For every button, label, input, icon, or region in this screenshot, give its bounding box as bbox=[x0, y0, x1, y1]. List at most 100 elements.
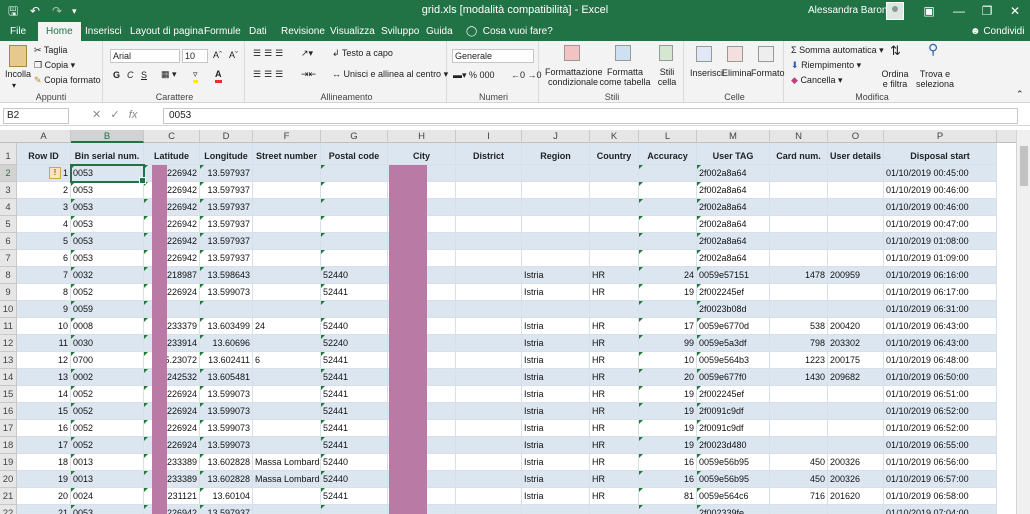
cell-k4[interactable] bbox=[590, 199, 639, 216]
cell-m13[interactable]: 0059e564b3 bbox=[697, 352, 770, 369]
cell-g11[interactable]: 52440 bbox=[321, 318, 388, 335]
cell-d5[interactable]: 13.597937 bbox=[200, 216, 253, 233]
autosum-button[interactable]: Σ Somma automatica ▾ bbox=[791, 45, 884, 56]
tab-file[interactable]: File bbox=[10, 22, 26, 41]
cell-b22[interactable]: 0053 bbox=[71, 505, 144, 514]
cell-f11[interactable]: 24 bbox=[253, 318, 321, 335]
cell-n5[interactable] bbox=[770, 216, 828, 233]
cell-j6[interactable] bbox=[522, 233, 590, 250]
tab-developer[interactable]: Sviluppo bbox=[381, 22, 419, 41]
cell-l6[interactable] bbox=[639, 233, 697, 250]
cell-i2[interactable] bbox=[456, 165, 522, 182]
cell-b7[interactable]: 0053 bbox=[71, 250, 144, 267]
column-header-i[interactable]: I bbox=[456, 130, 522, 143]
cell-n18[interactable] bbox=[770, 437, 828, 454]
cell-l20[interactable]: 16 bbox=[639, 471, 697, 488]
column-header-a[interactable]: A bbox=[17, 130, 71, 143]
cell-j18[interactable]: Istria bbox=[522, 437, 590, 454]
clear-button[interactable]: ◆ Cancella ▾ bbox=[791, 75, 843, 86]
column-title-n[interactable]: Card num. bbox=[770, 143, 828, 165]
column-header-p[interactable]: P bbox=[884, 130, 997, 143]
tab-help[interactable]: Guida bbox=[426, 22, 453, 41]
column-title-b[interactable]: Bin serial num. bbox=[71, 143, 144, 165]
cell-n15[interactable] bbox=[770, 386, 828, 403]
cell-d22[interactable]: 13.597937 bbox=[200, 505, 253, 514]
cell-l8[interactable]: 24 bbox=[639, 267, 697, 284]
cell-j3[interactable] bbox=[522, 182, 590, 199]
cell-a9[interactable]: 8 bbox=[17, 284, 71, 301]
cut-button[interactable]: ✂ Taglia bbox=[34, 45, 67, 56]
cell-d9[interactable]: 13.599073 bbox=[200, 284, 253, 301]
close-icon[interactable]: ✕ bbox=[1002, 1, 1028, 21]
column-header-g[interactable]: G bbox=[321, 130, 388, 143]
cell-n2[interactable] bbox=[770, 165, 828, 182]
column-header-d[interactable]: D bbox=[200, 130, 253, 143]
cell-m18[interactable]: 2f0023d480 bbox=[697, 437, 770, 454]
cell-p13[interactable]: 01/10/2019 06:48:00 bbox=[884, 352, 997, 369]
cell-g14[interactable]: 52441 bbox=[321, 369, 388, 386]
cell-n14[interactable]: 1430 bbox=[770, 369, 828, 386]
cell-a8[interactable]: 7 bbox=[17, 267, 71, 284]
cell-p22[interactable]: 01/10/2019 07:04:00 bbox=[884, 505, 997, 514]
cell-m19[interactable]: 0059e56b95 bbox=[697, 454, 770, 471]
cell-i6[interactable] bbox=[456, 233, 522, 250]
cell-n10[interactable] bbox=[770, 301, 828, 318]
cell-g12[interactable]: 52240 bbox=[321, 335, 388, 352]
cell-k19[interactable]: HR bbox=[590, 454, 639, 471]
cell-l2[interactable] bbox=[639, 165, 697, 182]
cell-a19[interactable]: 18 bbox=[17, 454, 71, 471]
cell-f10[interactable] bbox=[253, 301, 321, 318]
row-header-7[interactable]: 7 bbox=[0, 250, 17, 267]
tab-formulas[interactable]: Formule bbox=[204, 22, 241, 41]
cell-l11[interactable]: 17 bbox=[639, 318, 697, 335]
avatar[interactable] bbox=[886, 2, 904, 20]
cell-d6[interactable]: 13.597937 bbox=[200, 233, 253, 250]
indent-icon[interactable]: ⇥⇤ bbox=[301, 69, 316, 80]
cell-n12[interactable]: 798 bbox=[770, 335, 828, 352]
cell-k2[interactable] bbox=[590, 165, 639, 182]
cell-m4[interactable]: 2f002a8a64 bbox=[697, 199, 770, 216]
cell-i10[interactable] bbox=[456, 301, 522, 318]
cell-g8[interactable]: 52440 bbox=[321, 267, 388, 284]
cell-m15[interactable]: 2f002245ef bbox=[697, 386, 770, 403]
cell-f22[interactable] bbox=[253, 505, 321, 514]
cancel-icon[interactable]: ✕ bbox=[92, 109, 101, 121]
tab-review[interactable]: Revisione bbox=[281, 22, 325, 41]
sort-filter-button[interactable]: Ordina e filtra bbox=[878, 69, 912, 89]
cell-p15[interactable]: 01/10/2019 06:51:00 bbox=[884, 386, 997, 403]
cell-a6[interactable]: 5 bbox=[17, 233, 71, 250]
cell-a12[interactable]: 11 bbox=[17, 335, 71, 352]
cell-l22[interactable] bbox=[639, 505, 697, 514]
cell-m7[interactable]: 2f002a8a64 bbox=[697, 250, 770, 267]
cell-m5[interactable]: 2f002a8a64 bbox=[697, 216, 770, 233]
cell-p12[interactable]: 01/10/2019 06:43:00 bbox=[884, 335, 997, 352]
cell-a10[interactable]: 9 bbox=[17, 301, 71, 318]
row-header-8[interactable]: 8 bbox=[0, 267, 17, 284]
cell-d10[interactable] bbox=[200, 301, 253, 318]
cell-l12[interactable]: 99 bbox=[639, 335, 697, 352]
cell-o7[interactable] bbox=[828, 250, 884, 267]
cell-a5[interactable]: 4 bbox=[17, 216, 71, 233]
cell-i14[interactable] bbox=[456, 369, 522, 386]
cell-m16[interactable]: 2f0091c9df bbox=[697, 403, 770, 420]
bold-button[interactable]: G bbox=[113, 70, 120, 81]
row-header-15[interactable]: 15 bbox=[0, 386, 17, 403]
font-size-select[interactable]: 10 bbox=[182, 49, 208, 63]
cell-g2[interactable] bbox=[321, 165, 388, 182]
cell-n4[interactable] bbox=[770, 199, 828, 216]
cell-p5[interactable]: 01/10/2019 00:47:00 bbox=[884, 216, 997, 233]
cell-l9[interactable]: 19 bbox=[639, 284, 697, 301]
cell-b16[interactable]: 0052 bbox=[71, 403, 144, 420]
cell-m21[interactable]: 0059e564c6 bbox=[697, 488, 770, 505]
column-header-m[interactable]: M bbox=[697, 130, 770, 143]
cell-b21[interactable]: 0024 bbox=[71, 488, 144, 505]
restore-icon[interactable]: ❐ bbox=[974, 1, 1000, 21]
decimal-icon[interactable]: ←0 →0 bbox=[511, 70, 542, 81]
cell-n11[interactable]: 538 bbox=[770, 318, 828, 335]
cell-i4[interactable] bbox=[456, 199, 522, 216]
column-header-f[interactable]: F bbox=[253, 130, 321, 143]
cell-f7[interactable] bbox=[253, 250, 321, 267]
copy-button[interactable]: ❐ Copia ▾ bbox=[34, 60, 75, 71]
cell-g16[interactable]: 52441 bbox=[321, 403, 388, 420]
cell-f12[interactable] bbox=[253, 335, 321, 352]
